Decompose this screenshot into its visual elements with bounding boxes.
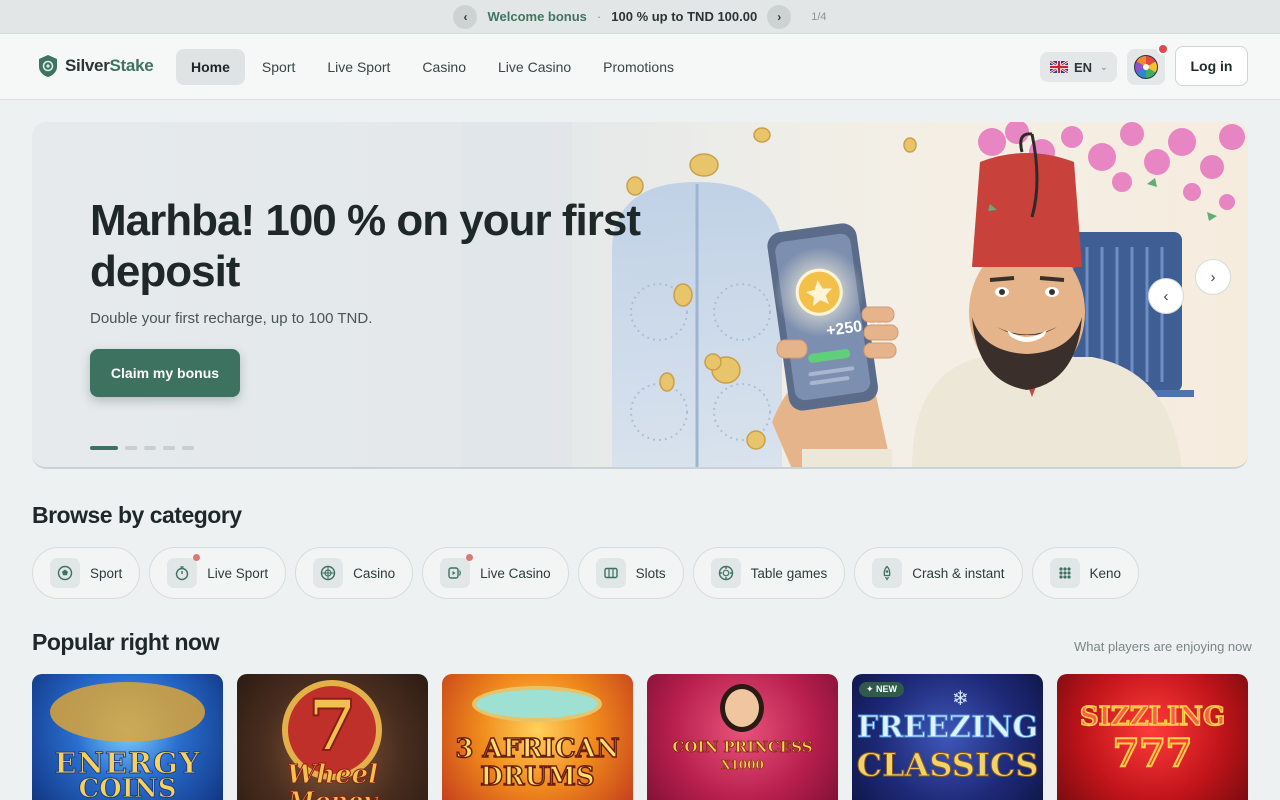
- game-title: 3 AFRICAN: [455, 733, 621, 765]
- game-title: SIZZLING: [1079, 701, 1226, 733]
- category-label: Slots: [635, 565, 666, 581]
- popular-title: Popular right now: [32, 629, 220, 655]
- category-label: Casino: [353, 565, 396, 581]
- carousel-dots: [90, 446, 194, 450]
- carousel-next-button[interactable]: ›: [1195, 259, 1231, 295]
- category-crash-instant[interactable]: Crash & instant: [854, 547, 1023, 599]
- nav-promotions[interactable]: Promotions: [588, 49, 689, 85]
- nav-casino[interactable]: Casino: [407, 49, 481, 85]
- category-label: Table games: [750, 565, 828, 581]
- carousel-prev-button[interactable]: ‹: [1148, 278, 1184, 314]
- category-label: Sport: [90, 565, 123, 581]
- soccer-ball-icon: [50, 558, 80, 588]
- category-live-casino[interactable]: Live Casino: [422, 547, 569, 599]
- nav-live-casino[interactable]: Live Casino: [483, 49, 586, 85]
- promo-separator: ·: [596, 9, 602, 24]
- category-list: Sport Live Sport Casino Live Casino Slot…: [32, 547, 1140, 599]
- promo-description: 100 % up to TND 100.00: [611, 9, 758, 24]
- chevron-down-icon: ⌄: [1100, 61, 1108, 72]
- category-table-games[interactable]: Table games: [692, 547, 846, 599]
- promo-counter: 1/4: [811, 10, 827, 23]
- hero-subtitle: Double your first recharge, up to 100 TN…: [90, 310, 373, 327]
- category-label: Keno: [1089, 565, 1122, 581]
- poker-chip-icon: [710, 558, 741, 588]
- categories-title: Browse by category: [32, 502, 242, 528]
- promo-prev-button[interactable]: ‹: [453, 4, 478, 29]
- game-list: ENERGY COINS 7 Wheel Money 3 AFRICAN DRU…: [32, 674, 1248, 800]
- game-subtitle: COINS: [78, 774, 177, 800]
- nav-live-sport[interactable]: Live Sport: [312, 49, 405, 85]
- game-tile-freezing-classics[interactable]: ✦ NEW ❄ FREEZING CLASSICS: [852, 674, 1043, 800]
- live-video-icon: [440, 554, 474, 588]
- nav-sport[interactable]: Sport: [247, 49, 310, 85]
- roulette-icon: [313, 558, 344, 588]
- new-badge: ✦ NEW: [859, 682, 905, 697]
- game-subtitle: DRUMS: [480, 761, 596, 793]
- game-tile-energy-coins[interactable]: ENERGY COINS: [32, 674, 223, 800]
- category-keno[interactable]: Keno: [1031, 547, 1140, 599]
- game-tile-wheel-money[interactable]: 7 Wheel Money: [237, 674, 428, 800]
- rocket-icon: [872, 558, 903, 588]
- live-indicator: [193, 554, 201, 561]
- game-title: COIN PRINCESS: [672, 738, 813, 757]
- language-label: EN: [1074, 59, 1093, 75]
- category-label: Crash & instant: [912, 565, 1005, 581]
- claim-bonus-button[interactable]: Claim my bonus: [90, 349, 240, 397]
- uk-flag-icon: [1050, 61, 1068, 73]
- prize-wheel-icon: [1134, 55, 1158, 79]
- stopwatch-icon: [167, 554, 201, 588]
- promo-next-button[interactable]: ›: [767, 4, 792, 29]
- snowflake-icon: ❄: [952, 688, 969, 710]
- keno-grid-icon: [1049, 558, 1080, 588]
- nav-home[interactable]: Home: [176, 49, 245, 85]
- game-subtitle: CLASSICS: [856, 746, 1039, 785]
- category-sport[interactable]: Sport: [32, 547, 141, 599]
- logo-shield-icon: [39, 55, 57, 77]
- hero-banner: +250 DT Marhba! 100 % on your first depo…: [32, 122, 1248, 469]
- promo-title[interactable]: Welcome bonus: [487, 9, 586, 24]
- bonus-wheel-button[interactable]: [1127, 43, 1169, 85]
- carousel-dot-2[interactable]: [125, 446, 137, 450]
- promo-strip: ‹ Welcome bonus · 100 % up to TND 100.00…: [0, 0, 1280, 34]
- carousel-dot-5[interactable]: [182, 446, 194, 450]
- main-nav: Home Sport Live Sport Casino Live Casino…: [176, 49, 689, 85]
- carousel-dot-3[interactable]: [144, 446, 156, 450]
- category-live-sport[interactable]: Live Sport: [149, 547, 287, 599]
- game-subtitle: Money: [237, 786, 428, 800]
- game-subtitle: 777: [1112, 729, 1193, 776]
- game-tile-sizzling-777[interactable]: SIZZLING 777: [1057, 674, 1248, 800]
- carousel-dot-1[interactable]: [90, 446, 118, 450]
- game-tile-coin-princess[interactable]: COIN PRINCESS X1000: [647, 674, 838, 800]
- carousel-dot-4[interactable]: [163, 446, 175, 450]
- notification-badge: [1157, 43, 1169, 55]
- hero-title: Marhba! 100 % on your first deposit: [90, 196, 641, 296]
- category-label: Live Casino: [480, 565, 551, 581]
- live-indicator: [466, 554, 474, 561]
- game-subtitle: X1000: [721, 758, 764, 773]
- popular-hint: What players are enjoying now: [1074, 639, 1252, 654]
- slot-machine-icon: [595, 558, 626, 588]
- category-slots[interactable]: Slots: [577, 547, 684, 599]
- logo[interactable]: SilverStake: [37, 54, 154, 78]
- category-casino[interactable]: Casino: [295, 547, 414, 599]
- game-title: FREEZING: [857, 710, 1039, 746]
- site-header: SilverStake Home Sport Live Sport Casino…: [0, 34, 1280, 100]
- login-button[interactable]: Log in: [1175, 46, 1248, 86]
- game-tile-african-drums[interactable]: 3 AFRICAN DRUMS: [442, 674, 633, 800]
- language-selector[interactable]: EN ⌄: [1040, 52, 1117, 82]
- logo-text: SilverStake: [65, 56, 154, 75]
- category-label: Live Sport: [207, 565, 269, 581]
